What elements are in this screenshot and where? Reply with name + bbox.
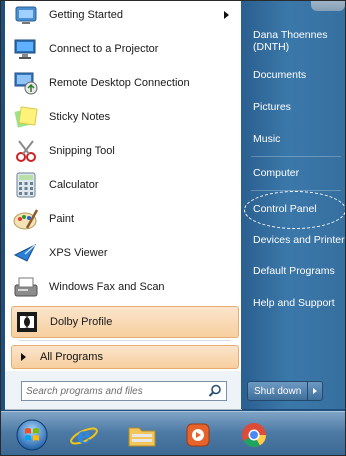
start-menu-window: Getting Started Connect to a Projector R…: [0, 0, 346, 456]
projector-icon: [11, 34, 41, 64]
search-input[interactable]: [22, 383, 207, 399]
shutdown-group: Shut down: [247, 381, 324, 401]
svg-text:e: e: [77, 423, 91, 449]
menu-item-label: Calculator: [49, 179, 99, 191]
link-control-panel[interactable]: Control Panel: [253, 203, 317, 215]
menu-separator: [19, 340, 231, 341]
menu-item-label: Dolby Profile: [50, 316, 113, 328]
menu-item-calculator[interactable]: Calculator: [11, 168, 237, 202]
places-pane: Dana Thoennes (DNTH) Documents Pictures …: [241, 1, 345, 409]
link-devices-printers[interactable]: Devices and Printers: [253, 234, 345, 246]
chrome-icon[interactable]: [237, 420, 271, 450]
menu-item-xps-viewer[interactable]: XPS Viewer: [11, 236, 237, 270]
all-programs-label: All Programs: [40, 351, 103, 363]
fax-scan-icon: [11, 272, 41, 302]
getting-started-icon: [11, 1, 41, 30]
menu-item-label: XPS Viewer: [49, 247, 108, 259]
start-orb-icon[interactable]: [15, 418, 49, 452]
link-documents[interactable]: Documents: [253, 69, 306, 81]
places-separator: [251, 156, 341, 157]
expand-arrow-icon: [21, 353, 26, 361]
taskbar: e: [1, 411, 345, 455]
calculator-icon: [11, 170, 41, 200]
link-default-programs[interactable]: Default Programs: [253, 265, 335, 277]
menu-item-getting-started[interactable]: Getting Started: [11, 1, 237, 32]
menu-item-sticky-notes[interactable]: Sticky Notes: [11, 100, 237, 134]
menu-item-dolby-profile[interactable]: Dolby Profile: [11, 306, 239, 338]
snipping-tool-icon: [11, 136, 41, 166]
search-icon[interactable]: [207, 383, 223, 399]
menu-item-label: Snipping Tool: [49, 145, 115, 157]
remote-desktop-icon: [11, 68, 41, 98]
menu-item-label: Sticky Notes: [49, 111, 111, 123]
menu-item-label: Remote Desktop Connection: [49, 77, 190, 89]
search-area: [5, 371, 241, 409]
menu-item-snipping-tool[interactable]: Snipping Tool: [11, 134, 237, 168]
file-explorer-icon[interactable]: [125, 420, 159, 450]
menu-item-label: Paint: [49, 213, 75, 225]
menu-item-fax-scan[interactable]: Windows Fax and Scan: [11, 270, 237, 304]
shutdown-button[interactable]: Shut down: [247, 381, 309, 401]
all-programs-button[interactable]: All Programs: [11, 345, 239, 369]
xps-viewer-icon: [11, 238, 41, 268]
menu-item-paint[interactable]: Paint: [11, 202, 237, 236]
search-box[interactable]: [21, 381, 227, 401]
link-help-support[interactable]: Help and Support: [253, 297, 335, 309]
chevron-right-icon: [313, 388, 318, 394]
dolby-icon: [12, 307, 42, 337]
submenu-arrow-icon: [224, 11, 229, 19]
paint-icon: [11, 204, 41, 234]
menu-item-label: Getting Started: [49, 9, 123, 21]
internet-explorer-icon[interactable]: e: [67, 420, 101, 450]
menu-item-connect-projector[interactable]: Connect to a Projector: [11, 32, 237, 66]
user-name-link[interactable]: Dana Thoennes (DNTH): [253, 29, 345, 53]
link-music[interactable]: Music: [253, 133, 280, 145]
menu-item-remote-desktop[interactable]: Remote Desktop Connection: [11, 66, 237, 100]
link-pictures[interactable]: Pictures: [253, 101, 291, 113]
menu-item-label: Windows Fax and Scan: [49, 281, 165, 293]
menu-item-label: Connect to a Projector: [49, 43, 159, 55]
programs-pane: Getting Started Connect to a Projector R…: [5, 1, 242, 410]
sticky-notes-icon: [11, 102, 41, 132]
media-player-icon[interactable]: [181, 420, 215, 450]
shutdown-options-button[interactable]: [308, 381, 324, 401]
link-computer[interactable]: Computer: [253, 167, 299, 179]
user-picture[interactable]: [311, 1, 345, 11]
